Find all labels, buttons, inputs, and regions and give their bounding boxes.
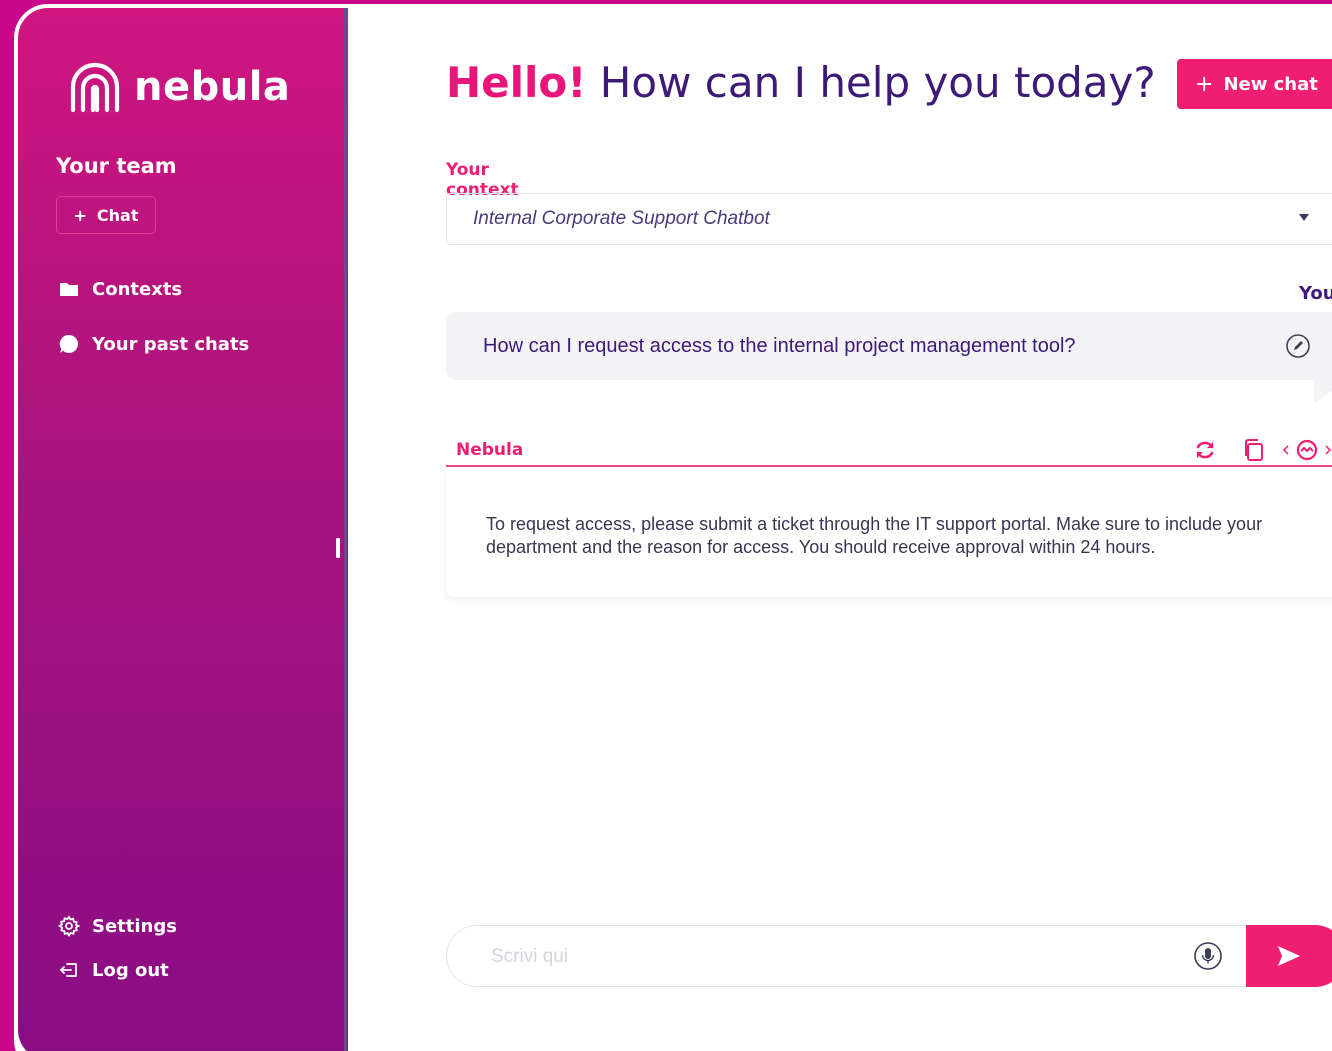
plus-icon: + (73, 205, 87, 225)
context-selected-value: Internal Corporate Support Chatbot (473, 208, 770, 229)
bot-message-text: To request access, please submit a ticke… (486, 514, 1263, 557)
sidebar-item-contexts[interactable]: Contexts (58, 278, 182, 300)
sidebar-divider (344, 8, 347, 1051)
new-team-chat-button[interactable]: + Chat (56, 196, 156, 234)
sidebar-item-label: Log out (92, 959, 169, 981)
sidebar-resize-handle[interactable] (336, 538, 340, 558)
sidebar-item-label: Your past chats (92, 333, 250, 355)
sidebar: nebula Your team + Chat Contexts Your pa… (14, 4, 348, 1051)
nebula-logo-icon (70, 62, 120, 113)
question-text: How can I help you today? (599, 58, 1156, 107)
page-title: Hello! How can I help you today? (446, 58, 1156, 107)
greeting-text: Hello! (446, 58, 587, 107)
message-input[interactable] (489, 942, 1173, 972)
composer (446, 925, 1256, 987)
sidebar-item-settings[interactable]: Settings (58, 915, 177, 937)
sidebar-item-logout[interactable]: Log out (58, 959, 169, 981)
app-frame: nebula Your team + Chat Contexts Your pa… (14, 4, 1332, 1051)
user-message: How can I request access to the internal… (446, 312, 1332, 380)
team-title: Your team (56, 154, 177, 178)
send-button[interactable] (1246, 925, 1332, 987)
chevron-down-icon (1299, 214, 1309, 221)
user-label: You (1299, 283, 1332, 304)
sidebar-item-past-chats[interactable]: Your past chats (58, 333, 249, 355)
microphone-icon[interactable] (1193, 941, 1223, 971)
bot-label: Nebula (456, 440, 524, 460)
user-message-tail (1314, 380, 1332, 404)
folder-icon (60, 283, 78, 296)
plus-icon: + (1195, 71, 1214, 97)
logout-icon (60, 963, 77, 977)
context-select[interactable]: Internal Corporate Support Chatbot (446, 193, 1332, 245)
new-chat-label: New chat (1223, 73, 1318, 95)
user-message-text: How can I request access to the internal… (483, 334, 1076, 357)
regenerate-icon[interactable] (1193, 438, 1217, 462)
new-chat-button[interactable]: + New chat (1177, 59, 1332, 109)
sidebar-item-label: Settings (92, 915, 177, 937)
feedback-selector-icon[interactable] (1282, 438, 1332, 462)
brand-name: nebula (134, 64, 291, 110)
bot-message: To request access, please submit a ticke… (446, 467, 1332, 597)
edit-icon[interactable] (1285, 333, 1311, 359)
logo: nebula (68, 60, 290, 114)
copy-icon[interactable] (1242, 438, 1266, 462)
chat-bubble-icon (59, 334, 79, 353)
sidebar-item-label: Contexts (92, 278, 183, 300)
gear-icon (58, 915, 80, 937)
send-icon (1278, 946, 1300, 966)
chat-button-label: Chat (96, 205, 139, 225)
